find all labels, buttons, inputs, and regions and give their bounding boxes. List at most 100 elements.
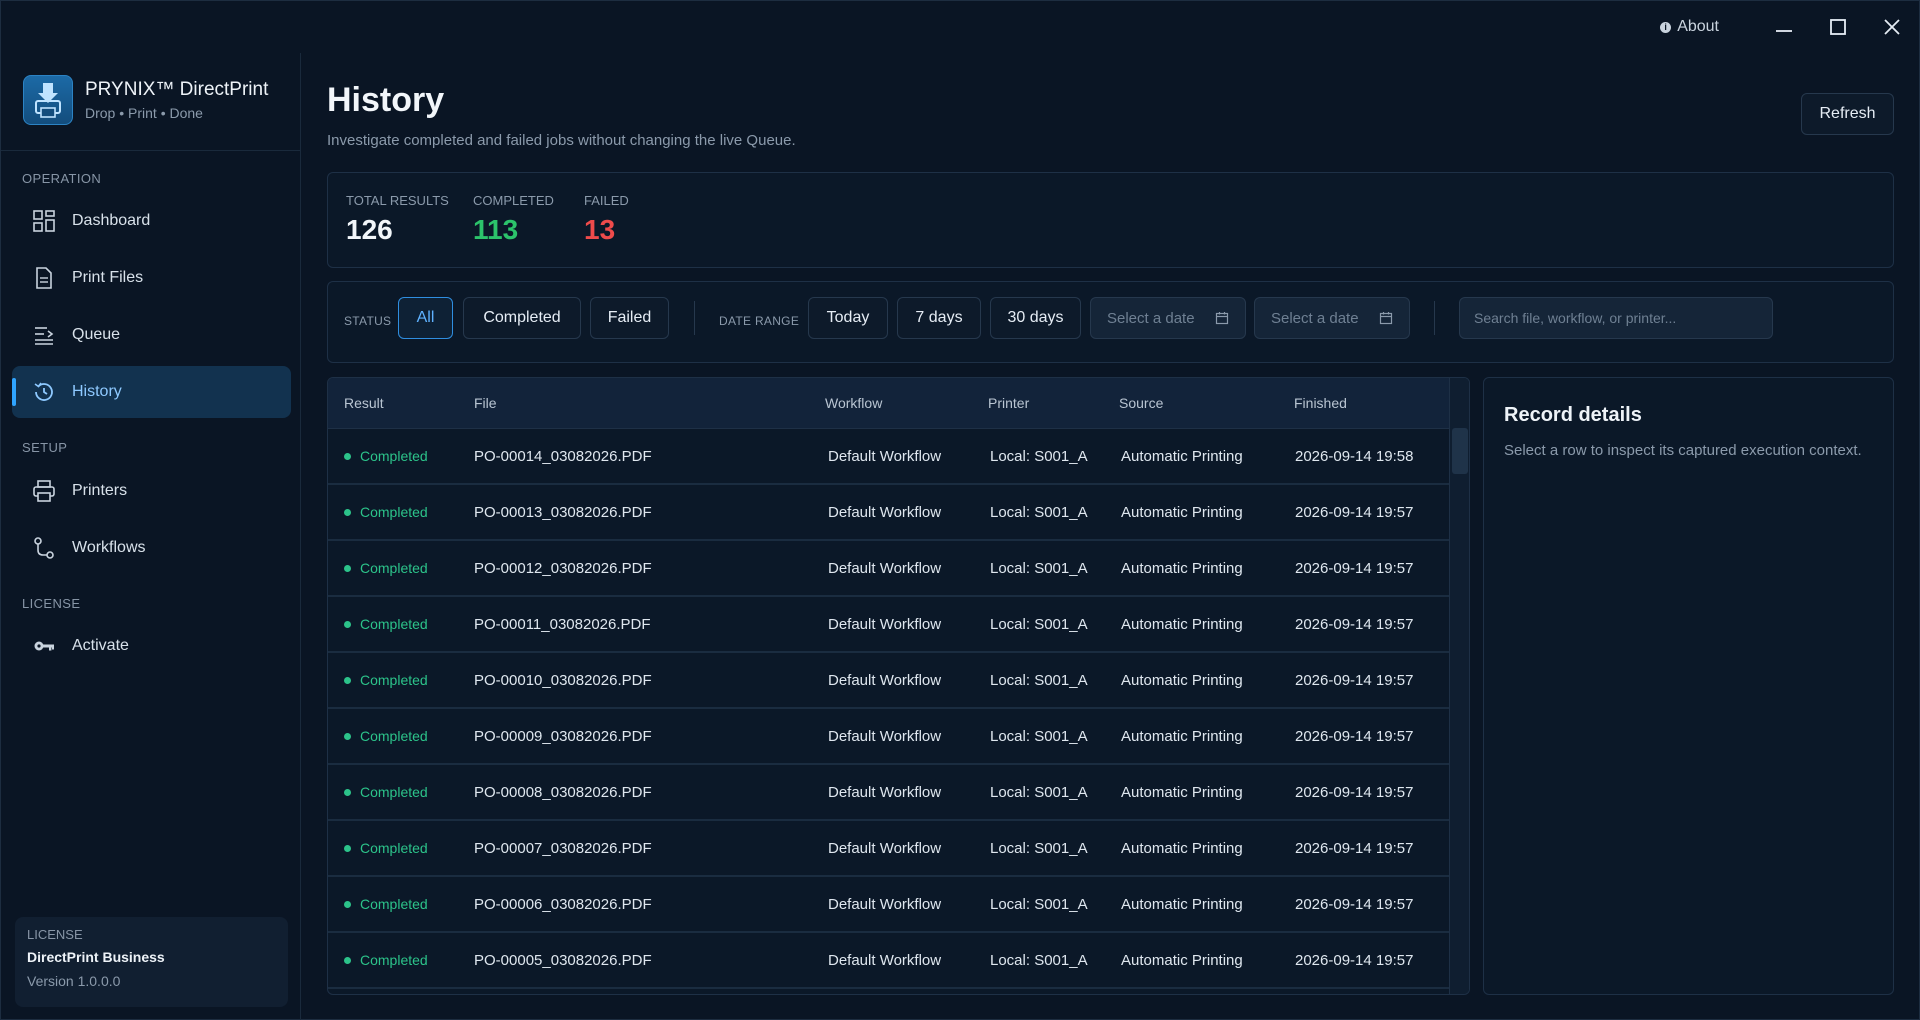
column-header-file[interactable]: File bbox=[474, 395, 497, 411]
stat-completed-label: COMPLETED bbox=[473, 193, 554, 208]
about-label: About bbox=[1677, 18, 1719, 35]
workflow-cell: Default Workflow bbox=[828, 504, 942, 521]
app-logo bbox=[23, 75, 73, 125]
table-row[interactable]: Completed PO-00012_03082026.PDF Default Wo… bbox=[328, 541, 1449, 597]
table-scrollbar[interactable] bbox=[1449, 378, 1469, 994]
file-cell: PO-00007_03082026.PDF bbox=[474, 840, 652, 857]
column-header-workflow[interactable]: Workflow bbox=[825, 395, 882, 411]
source-cell: Automatic Printing bbox=[1121, 784, 1243, 801]
main-content: History Investigate completed and failed… bbox=[301, 53, 1920, 1020]
table-row[interactable]: Completed PO-00010_03082026.PDF Default Wo… bbox=[328, 653, 1449, 709]
brand-tagline: Drop • Print • Done bbox=[85, 105, 203, 121]
workflow-cell: Default Workflow bbox=[828, 952, 942, 969]
document-icon bbox=[32, 266, 56, 290]
status-dot-icon bbox=[344, 620, 351, 628]
table-row[interactable]: Completed PO-00005_03082026.PDF Default Wo… bbox=[328, 933, 1449, 989]
date-from-placeholder: Select a date bbox=[1107, 309, 1195, 327]
brand: PRYNIX™ DirectPrint Drop • Print • Done bbox=[23, 75, 268, 125]
column-header-printer[interactable]: Printer bbox=[988, 395, 1029, 411]
date-to-picker[interactable]: Select a date bbox=[1254, 297, 1410, 339]
column-header-result[interactable]: Result bbox=[344, 395, 384, 411]
sidebar-item-print-files[interactable]: Print Files bbox=[12, 252, 291, 304]
table-row[interactable]: Completed PO-00007_03082026.PDF Default Wo… bbox=[328, 821, 1449, 877]
close-button[interactable] bbox=[1865, 1, 1919, 53]
result-cell: Completed bbox=[344, 616, 428, 632]
sidebar: PRYNIX™ DirectPrint Drop • Print • Done … bbox=[1, 53, 301, 1020]
search-input[interactable] bbox=[1459, 297, 1773, 339]
sidebar-item-label: Activate bbox=[72, 637, 129, 654]
result-status: Completed bbox=[360, 560, 428, 576]
finished-cell: 2026-09-14 19:57 bbox=[1295, 784, 1414, 801]
result-cell: Completed bbox=[344, 728, 428, 744]
table-row[interactable]: Completed PO-00011_03082026.PDF Default Wo… bbox=[328, 597, 1449, 653]
printer-cell: Local: S001_AE bbox=[990, 728, 1088, 745]
printer-cell: Local: S001_AE bbox=[990, 840, 1088, 857]
print-download-icon bbox=[35, 83, 61, 118]
stat-completed: COMPLETED 113 bbox=[473, 193, 554, 246]
sidebar-item-workflows[interactable]: Workflows bbox=[12, 522, 291, 574]
table-row[interactable]: Completed PO-00013_03082026.PDF Default Wo… bbox=[328, 485, 1449, 541]
stat-total-value: 126 bbox=[346, 214, 393, 245]
record-details-panel: Record details Select a row to inspect i… bbox=[1483, 377, 1894, 995]
finished-cell: 2026-09-14 19:57 bbox=[1295, 504, 1414, 521]
column-header-finished[interactable]: Finished bbox=[1294, 395, 1347, 411]
maximize-button[interactable] bbox=[1811, 1, 1865, 53]
date-from-picker[interactable]: Select a date bbox=[1090, 297, 1246, 339]
minimize-button[interactable] bbox=[1757, 1, 1811, 53]
column-header-source[interactable]: Source bbox=[1119, 395, 1163, 411]
file-cell: PO-00006_03082026.PDF bbox=[474, 896, 652, 913]
finished-cell: 2026-09-14 19:58 bbox=[1295, 448, 1414, 465]
date-filter-30-days[interactable]: 30 days bbox=[990, 297, 1081, 339]
result-cell: Completed bbox=[344, 952, 428, 968]
status-dot-icon bbox=[344, 676, 351, 684]
source-cell: Automatic Printing bbox=[1121, 448, 1243, 465]
table-row[interactable]: Completed PO-00006_03082026.PDF Default Wo… bbox=[328, 877, 1449, 933]
workflow-cell: Default Workflow bbox=[828, 448, 942, 465]
stat-total: TOTAL RESULTS 126 bbox=[346, 193, 449, 246]
workflow-cell: Default Workflow bbox=[828, 896, 942, 913]
date-filter-today[interactable]: Today bbox=[808, 297, 888, 339]
source-cell: Automatic Printing bbox=[1121, 896, 1243, 913]
about-button[interactable]: i About bbox=[1660, 18, 1719, 36]
section-label-license: LICENSE bbox=[22, 596, 81, 611]
workflow-cell: Default Workflow bbox=[828, 784, 942, 801]
calendar-icon bbox=[1379, 312, 1393, 325]
sidebar-item-queue[interactable]: Queue bbox=[12, 309, 291, 361]
file-cell: PO-00005_03082026.PDF bbox=[474, 952, 652, 969]
stat-failed-label: FAILED bbox=[584, 193, 629, 208]
sidebar-item-activate[interactable]: Activate bbox=[12, 620, 291, 672]
table-body: Completed PO-00014_03082026.PDF Default Wo… bbox=[328, 429, 1449, 989]
file-cell: PO-00014_03082026.PDF bbox=[474, 448, 652, 465]
app-version: Version 1.0.0.0 bbox=[27, 973, 121, 989]
minimize-icon bbox=[1776, 30, 1792, 32]
refresh-button[interactable]: Refresh bbox=[1801, 93, 1894, 135]
finished-cell: 2026-09-14 19:57 bbox=[1295, 896, 1414, 913]
result-cell: Completed bbox=[344, 896, 428, 912]
status-filter-completed[interactable]: Completed bbox=[463, 297, 581, 339]
file-cell: PO-00011_03082026.PDF bbox=[474, 616, 651, 633]
source-cell: Automatic Printing bbox=[1121, 728, 1243, 745]
table-row[interactable]: Completed PO-00008_03082026.PDF Default Wo… bbox=[328, 765, 1449, 821]
sidebar-item-dashboard[interactable]: Dashboard bbox=[12, 195, 291, 247]
table-row[interactable]: Completed PO-00014_03082026.PDF Default Wo… bbox=[328, 429, 1449, 485]
result-status: Completed bbox=[360, 952, 428, 968]
source-cell: Automatic Printing bbox=[1121, 504, 1243, 521]
app-window: i About PRYNIX™ DirectPrint Drop • Print… bbox=[0, 0, 1920, 1020]
table-row[interactable]: Completed PO-00009_03082026.PDF Default Wo… bbox=[328, 709, 1449, 765]
file-cell: PO-00012_03082026.PDF bbox=[474, 560, 652, 577]
result-cell: Completed bbox=[344, 560, 428, 576]
printer-cell: Local: S001_AE bbox=[990, 952, 1088, 969]
printer-cell: Local: S001_AE bbox=[990, 560, 1088, 577]
date-filter-7-days[interactable]: 7 days bbox=[897, 297, 981, 339]
sidebar-item-printers[interactable]: Printers bbox=[12, 465, 291, 517]
scrollbar-thumb[interactable] bbox=[1452, 428, 1468, 474]
sidebar-item-label: History bbox=[72, 383, 122, 400]
status-filter-all[interactable]: All bbox=[398, 297, 453, 339]
status-filter-failed[interactable]: Failed bbox=[590, 297, 669, 339]
sidebar-item-history[interactable]: History bbox=[12, 366, 291, 418]
status-dot-icon bbox=[344, 452, 351, 460]
date-to-placeholder: Select a date bbox=[1271, 309, 1359, 327]
status-dot-icon bbox=[344, 844, 351, 852]
result-cell: Completed bbox=[344, 672, 428, 688]
result-status: Completed bbox=[360, 672, 428, 688]
